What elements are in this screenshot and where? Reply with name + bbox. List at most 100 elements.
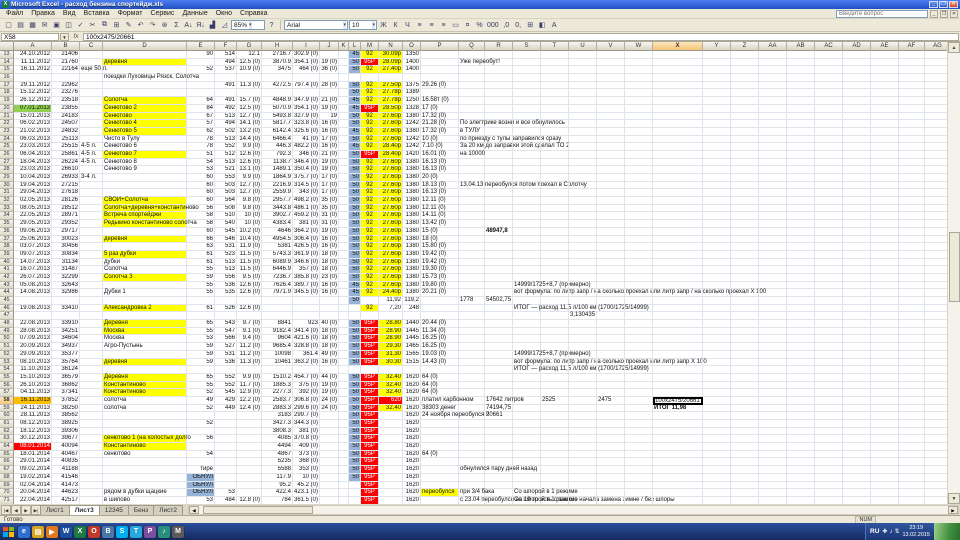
cell-I26[interactable]: 346 (0) — [293, 150, 320, 159]
cell-I47[interactable] — [293, 312, 320, 321]
cell-AC67[interactable] — [815, 466, 843, 474]
cell-V20[interactable] — [597, 104, 625, 113]
sheet-tab-Бенз[interactable]: Бенз — [127, 505, 155, 515]
cell-E22[interactable]: 57 — [187, 120, 215, 128]
cell-F18[interactable] — [215, 89, 237, 98]
cell-I61[interactable]: 344.3 (0) — [293, 420, 320, 428]
cell-AF18[interactable] — [899, 89, 925, 98]
cell-K32[interactable] — [339, 197, 349, 205]
cell-AE57[interactable] — [871, 389, 899, 397]
cell-W27[interactable] — [625, 158, 653, 167]
cell-P71[interactable] — [421, 496, 459, 504]
cell-O69[interactable]: 1620 — [403, 481, 421, 490]
cell-X32[interactable] — [653, 197, 703, 205]
cell-Z57[interactable] — [731, 389, 759, 397]
bold-icon[interactable]: Ж — [378, 20, 389, 31]
cell-H21[interactable]: 5493.8 — [262, 112, 293, 121]
cell-W28[interactable] — [625, 166, 653, 174]
cell-W20[interactable] — [625, 104, 653, 113]
cell-S54[interactable]: ИТОГ — расход 11,5 л/100 км (1700/1725/1… — [513, 366, 649, 374]
font-color-icon[interactable]: А — [549, 20, 560, 31]
cell-A62[interactable]: 18.12.2013 — [14, 427, 52, 436]
cell-AA44[interactable] — [759, 289, 787, 297]
cell-K14[interactable] — [339, 58, 349, 67]
cell-E31[interactable]: 60 — [187, 189, 215, 198]
cell-Y46[interactable] — [703, 304, 731, 313]
cell-R29[interactable] — [485, 174, 513, 182]
cell-K28[interactable] — [339, 166, 349, 174]
cell-AF32[interactable] — [899, 197, 925, 205]
cell-H61[interactable]: 3427.3 — [262, 420, 293, 428]
cell-L34[interactable]: 50 — [349, 212, 361, 221]
cell-AD65[interactable] — [843, 450, 871, 459]
cell-V19[interactable] — [597, 97, 625, 105]
cell-Y36[interactable] — [703, 227, 731, 236]
cell-E24[interactable]: 78 — [187, 135, 215, 144]
col-header-E[interactable]: E — [187, 42, 215, 51]
cell-Z55[interactable] — [731, 373, 759, 382]
cell-P30[interactable]: 18.13 (0) — [421, 181, 459, 190]
cell-I51[interactable]: 328.8 (0) — [293, 343, 320, 351]
cell-X53[interactable] — [653, 358, 703, 367]
cell-H62[interactable]: 3808.3 — [262, 427, 293, 436]
cell-T52[interactable] — [541, 350, 569, 359]
cell-C47[interactable] — [80, 312, 103, 321]
cell-C58[interactable] — [80, 396, 103, 405]
cell-X48[interactable] — [653, 320, 703, 328]
cell-J31[interactable]: 17 (0) — [320, 189, 339, 198]
row-header-46[interactable]: 46 — [0, 304, 14, 313]
cell-K43[interactable] — [339, 281, 349, 290]
cell-W62[interactable] — [625, 427, 653, 436]
cell-Y44[interactable] — [703, 289, 731, 297]
cell-J40[interactable]: 18 (0) — [320, 258, 339, 267]
menu-Справка[interactable]: Справка — [236, 9, 271, 18]
cell-E70[interactable]: ОБНУЛ — [187, 489, 215, 497]
cell-N62[interactable] — [379, 427, 403, 436]
cell-B51[interactable]: 34937 — [52, 343, 80, 351]
cell-T16[interactable] — [541, 74, 569, 82]
cell-I54[interactable] — [293, 366, 320, 374]
cell-AB49[interactable] — [787, 327, 815, 336]
cell-W63[interactable] — [625, 435, 653, 444]
cell-Z32[interactable] — [731, 197, 759, 205]
cell-L17[interactable]: 50 — [349, 81, 361, 90]
italic-icon[interactable]: К — [390, 20, 401, 31]
cell-U22[interactable] — [569, 120, 597, 128]
cell-AG31[interactable] — [925, 189, 947, 198]
cell-AG23[interactable] — [925, 128, 947, 136]
horizontal-scroll-thumb[interactable] — [203, 506, 314, 514]
cell-AC65[interactable] — [815, 450, 843, 459]
row-header-15[interactable]: 15 — [0, 66, 14, 75]
cell-AF23[interactable] — [899, 127, 925, 136]
cell-Q47[interactable] — [459, 312, 485, 321]
cell-H41[interactable]: 6446.9 — [262, 266, 293, 274]
cell-F63[interactable] — [215, 435, 237, 444]
cell-F21[interactable]: 513 — [215, 112, 237, 121]
cell-X51[interactable] — [653, 343, 703, 351]
cell-S59[interactable] — [513, 404, 541, 413]
cell-F32[interactable]: 564 — [215, 197, 237, 205]
cell-Q22[interactable]: По элегтрике возни и все обнулилось — [459, 120, 565, 128]
cell-AC22[interactable] — [815, 120, 843, 128]
cell-Q37[interactable] — [459, 235, 485, 244]
cell-B15[interactable]: 22164 — [52, 66, 80, 75]
cell-P33[interactable]: 12.11 (0) — [421, 204, 459, 213]
cell-W44[interactable] — [625, 289, 653, 297]
cell-X14[interactable] — [653, 58, 703, 67]
cell-F17[interactable]: 491 — [215, 81, 237, 90]
cell-P51[interactable]: 16.25 (0) — [421, 343, 459, 351]
cell-F48[interactable]: 543 — [215, 320, 237, 328]
cell-I31[interactable]: 343 (0) — [293, 189, 320, 198]
cell-C19[interactable] — [80, 97, 103, 105]
cell-O30[interactable]: 1380 — [403, 181, 421, 190]
cell-O45[interactable]: 119,2 — [403, 297, 421, 305]
cell-K47[interactable] — [339, 312, 349, 321]
cell-M49[interactable]: 95P — [361, 327, 379, 336]
cell-J67[interactable] — [320, 466, 339, 474]
cell-K52[interactable] — [339, 350, 349, 359]
cell-R14[interactable] — [485, 58, 513, 67]
cell-V71[interactable] — [597, 496, 625, 504]
cell-E59[interactable]: 52 — [187, 404, 215, 413]
cell-X59[interactable]: ИТОГ 11,98 — [653, 404, 703, 413]
cell-G60[interactable] — [237, 412, 262, 420]
